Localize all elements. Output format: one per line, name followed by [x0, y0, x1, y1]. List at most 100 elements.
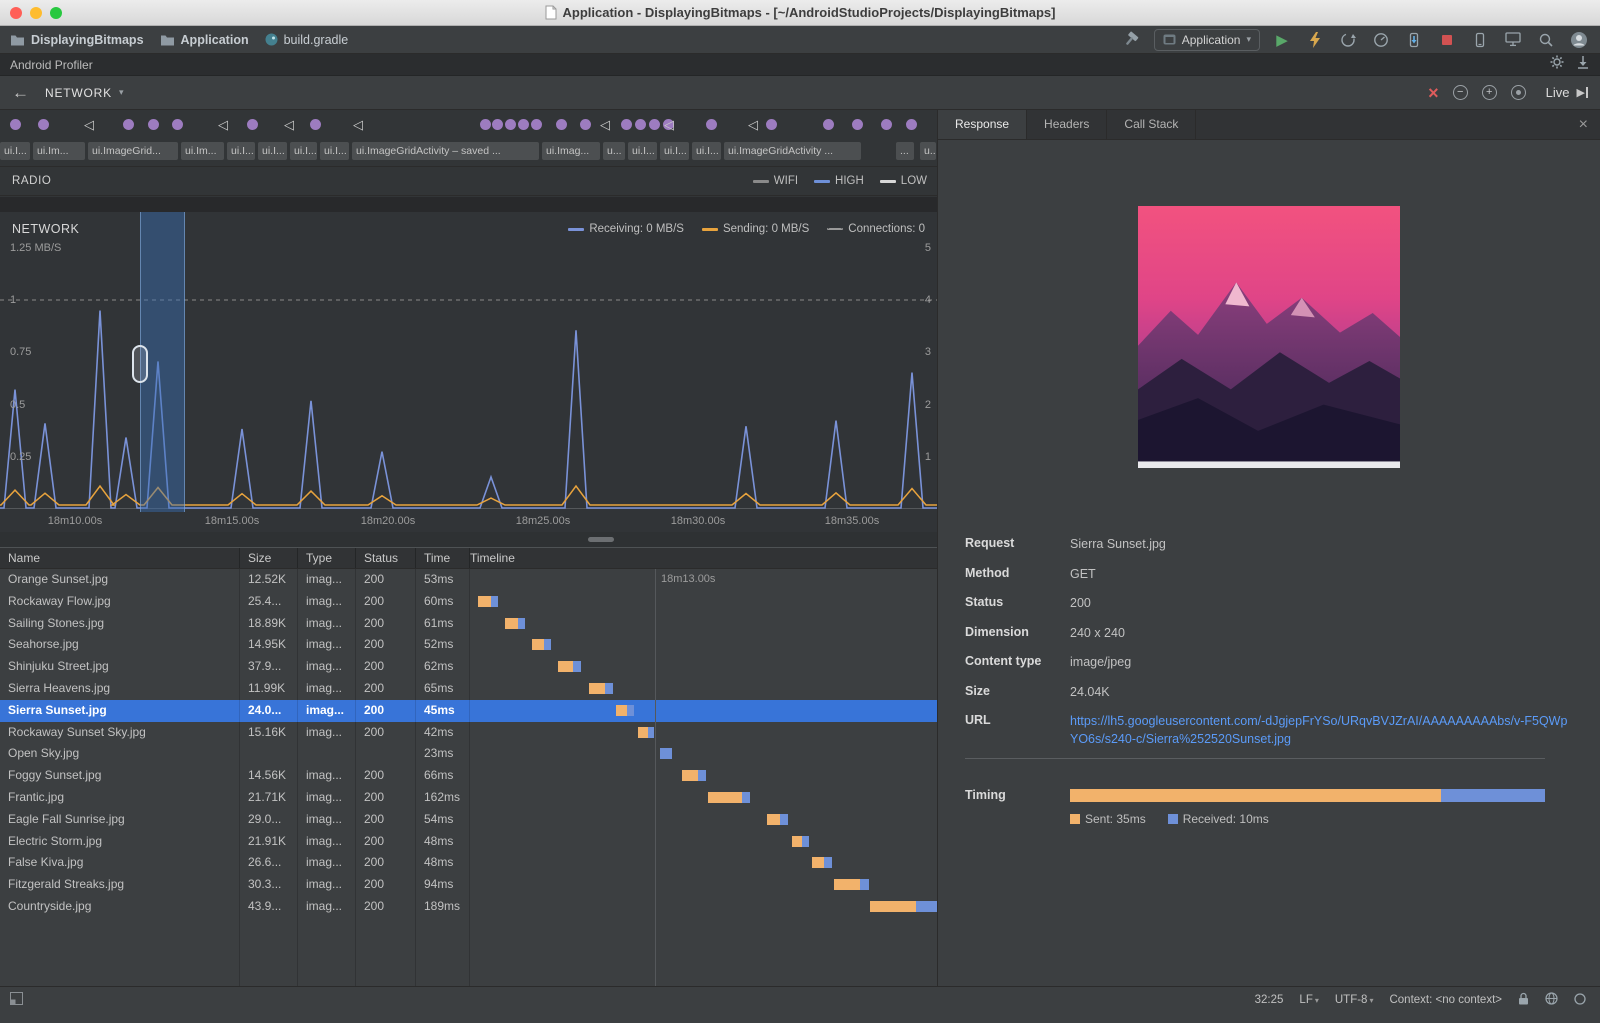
- time-tick-label: 18m30.00s: [671, 515, 725, 527]
- timeline-grid-label: 18m13.00s: [661, 573, 715, 585]
- event-dot: [706, 119, 717, 130]
- table-row[interactable]: Rockaway Flow.jpg25.4...imag...20060ms: [0, 591, 937, 613]
- table-row[interactable]: Countryside.jpg43.9...imag...200189ms: [0, 896, 937, 918]
- column-header-status[interactable]: Status: [356, 548, 416, 568]
- run-button[interactable]: ▶: [1271, 29, 1293, 51]
- run-config-select[interactable]: Application ▾: [1154, 29, 1260, 51]
- column-header-name[interactable]: Name: [0, 548, 240, 568]
- user-avatar[interactable]: [1568, 29, 1590, 51]
- profiler-view-select[interactable]: NETWORK ▾: [45, 86, 124, 100]
- search-everywhere-icon[interactable]: [1535, 29, 1557, 51]
- table-row[interactable]: Shinjuku Street.jpg37.9...imag...20062ms: [0, 656, 937, 678]
- encoding-select[interactable]: UTF-8 ▾: [1335, 994, 1374, 1006]
- cell-name: Seahorse.jpg: [0, 634, 240, 656]
- tab-response[interactable]: Response: [938, 110, 1027, 139]
- chevron-down-icon: ▾: [1246, 34, 1251, 45]
- web-icon[interactable]: [1545, 992, 1558, 1008]
- cell-type: imag...: [298, 852, 356, 874]
- horizontal-scrollbar[interactable]: [0, 532, 937, 547]
- table-row[interactable]: Sierra Heavens.jpg11.99Kimag...20065ms: [0, 678, 937, 700]
- sync-icon[interactable]: [1337, 29, 1359, 51]
- cell-timeline: [470, 722, 937, 744]
- activity-segment: ui.I...: [0, 142, 30, 160]
- avd-manager-icon[interactable]: [1502, 29, 1524, 51]
- line-separator-select[interactable]: LF ▾: [1299, 994, 1318, 1006]
- table-row[interactable]: Orange Sunset.jpg12.52Kimag...20053ms: [0, 569, 937, 591]
- request-timeline-bar: [558, 661, 581, 672]
- cell-time: 52ms: [416, 634, 470, 656]
- toolwindow-toggle-icon[interactable]: [10, 992, 23, 1010]
- received-bar: [780, 814, 788, 825]
- column-header-time[interactable]: Time: [416, 548, 470, 568]
- tab-call-stack[interactable]: Call Stack: [1107, 110, 1196, 139]
- cell-size: 37.9...: [240, 656, 298, 678]
- column-header-type[interactable]: Type: [298, 548, 356, 568]
- event-dot: [881, 119, 892, 130]
- profiler-icon[interactable]: [1370, 29, 1392, 51]
- lock-icon[interactable]: [1518, 992, 1529, 1008]
- table-row[interactable]: Electric Storm.jpg21.91Kimag...20048ms: [0, 831, 937, 853]
- field-value: 200: [1070, 595, 1103, 613]
- fullscreen-window-button[interactable]: [50, 7, 62, 19]
- cell-type: imag...: [298, 569, 356, 591]
- activity-marker-icon: ◁: [600, 117, 610, 133]
- context-widget[interactable]: Context: <no context>: [1389, 994, 1502, 1006]
- table-row[interactable]: False Kiva.jpg26.6...imag...20048ms: [0, 852, 937, 874]
- minimize-window-button[interactable]: [30, 7, 42, 19]
- reset-zoom-button[interactable]: [1511, 85, 1526, 100]
- url-link[interactable]: https://lh5.googleusercontent.com/-dJgje…: [1070, 713, 1582, 748]
- table-row[interactable]: Sierra Sunset.jpg24.0...imag...20045ms: [0, 700, 937, 722]
- breadcrumb-project[interactable]: DisplayingBitmaps: [10, 33, 144, 47]
- hide-tool-window-icon[interactable]: [1576, 55, 1590, 74]
- table-row[interactable]: Sailing Stones.jpg18.89Kimag...20061ms: [0, 613, 937, 635]
- caret-position[interactable]: 32:25: [1255, 994, 1284, 1006]
- cell-type: imag...: [298, 656, 356, 678]
- breadcrumb-file[interactable]: build.gradle: [265, 33, 349, 47]
- live-control[interactable]: Live ▶: [1546, 85, 1588, 100]
- event-marker-lane: ◁◁◁◁◁◁◁: [0, 110, 937, 140]
- apply-changes-icon[interactable]: [1304, 29, 1326, 51]
- table-row[interactable]: Frantic.jpg21.71Kimag...200162ms: [0, 787, 937, 809]
- indicator-circle-icon[interactable]: [1574, 993, 1586, 1008]
- network-chart[interactable]: NETWORK Receiving: 0 MB/SSending: 0 MB/S…: [0, 212, 937, 512]
- detail-field: MethodGET: [965, 566, 1582, 584]
- breadcrumb-module[interactable]: Application: [160, 33, 249, 47]
- close-panel-icon[interactable]: ×: [1579, 110, 1588, 140]
- timing-sent-bar: [1070, 789, 1441, 802]
- settings-gear-icon[interactable]: [1550, 55, 1564, 74]
- filler-cell: [240, 918, 298, 986]
- live-label: Live: [1546, 85, 1570, 100]
- event-dot: [148, 119, 159, 130]
- scrollbar-thumb[interactable]: [588, 537, 614, 542]
- selection-handle[interactable]: [132, 345, 148, 383]
- column-header-size[interactable]: Size: [240, 548, 298, 568]
- table-row[interactable]: Eagle Fall Sunrise.jpg29.0...imag...2005…: [0, 809, 937, 831]
- tab-headers[interactable]: Headers: [1027, 110, 1107, 139]
- table-row[interactable]: Open Sky.jpg23ms: [0, 743, 937, 765]
- axis-tick-label: 3: [925, 346, 931, 358]
- column-header-timeline[interactable]: Timeline: [470, 548, 937, 568]
- table-row[interactable]: Foggy Sunset.jpg14.56Kimag...20066ms: [0, 765, 937, 787]
- field-label: Status: [965, 595, 1070, 613]
- table-row[interactable]: Seahorse.jpg14.95Kimag...20052ms: [0, 634, 937, 656]
- install-icon[interactable]: [1403, 29, 1425, 51]
- close-window-button[interactable]: [10, 7, 22, 19]
- window-title-text: Application - DisplayingBitmaps - [~/And…: [563, 5, 1056, 20]
- table-row[interactable]: Fitzgerald Streaks.jpg30.3...imag...2009…: [0, 874, 937, 896]
- time-tick-label: 18m35.00s: [825, 515, 879, 527]
- build-hammer-icon[interactable]: [1121, 29, 1143, 51]
- zoom-out-button[interactable]: −: [1453, 85, 1468, 100]
- end-session-button[interactable]: ×: [1428, 84, 1439, 102]
- cell-name: Shinjuku Street.jpg: [0, 656, 240, 678]
- request-timeline-bar: [616, 705, 634, 716]
- run-config-label: Application: [1182, 33, 1241, 47]
- device-explorer-icon[interactable]: [1469, 29, 1491, 51]
- stop-icon[interactable]: [1436, 29, 1458, 51]
- cell-timeline: [470, 613, 937, 635]
- zoom-in-button[interactable]: +: [1482, 85, 1497, 100]
- back-button[interactable]: ←: [12, 83, 29, 103]
- table-row[interactable]: Rockaway Sunset Sky.jpg15.16Kimag...2004…: [0, 722, 937, 744]
- axis-tick-label: 1.25 MB/S: [10, 242, 61, 254]
- cell-type: imag...: [298, 634, 356, 656]
- chart-selection[interactable]: [140, 212, 185, 512]
